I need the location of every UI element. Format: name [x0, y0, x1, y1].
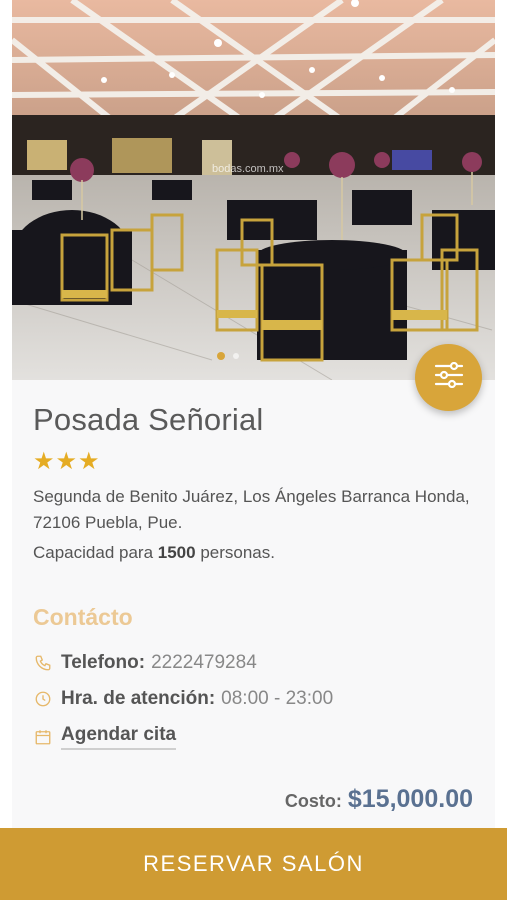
star-rating: ★ ★ ★ [33, 449, 100, 475]
price: Costo: $15,000.00 [285, 785, 473, 814]
clock-icon [33, 689, 53, 709]
appointment-link[interactable]: Agendar cita [61, 724, 177, 750]
photo-watermark: bodas.com.mx [212, 163, 284, 175]
venue-photo[interactable]: bodas.com.mx [12, 0, 495, 380]
star-icon: ★ [78, 448, 100, 475]
cost-label: Costo: [284, 791, 342, 811]
contact-phone-row[interactable]: Telefono: 2222479284 [33, 652, 257, 674]
hours-label: Hra. de atención: [61, 688, 216, 709]
phone-icon [33, 653, 53, 673]
cost-value: $15,000.00 [347, 785, 473, 813]
hours-value: 08:00 - 23:00 [221, 688, 334, 709]
carousel-dot-active[interactable] [217, 352, 225, 360]
phone-label: Telefono: [61, 652, 146, 673]
capacity-suffix: personas. [200, 543, 275, 562]
venue-address: Segunda de Benito Juárez, Los Ángeles Ba… [33, 487, 470, 532]
carousel-dot[interactable] [233, 353, 239, 359]
capacity-prefix: Capacidad para [33, 543, 154, 562]
contact-hours-row: Hra. de atención: 08:00 - 23:00 [33, 688, 333, 710]
star-icon: ★ [55, 448, 78, 475]
venue-name: Posada Señorial [33, 402, 264, 437]
capacity-value: 1500 [157, 543, 196, 562]
venue-capacity: Capacidad para 1500 personas. [33, 540, 275, 566]
contact-heading: Contácto [33, 604, 133, 630]
filter-button[interactable] [415, 344, 482, 411]
calendar-icon [33, 727, 53, 747]
reserve-button[interactable]: RESERVAR SALÓN [0, 828, 507, 900]
filter-sliders-icon [434, 361, 464, 393]
star-icon: ★ [33, 448, 55, 475]
phone-value[interactable]: 2222479284 [151, 652, 257, 674]
contact-appointment-row[interactable]: Agendar cita [33, 724, 177, 750]
